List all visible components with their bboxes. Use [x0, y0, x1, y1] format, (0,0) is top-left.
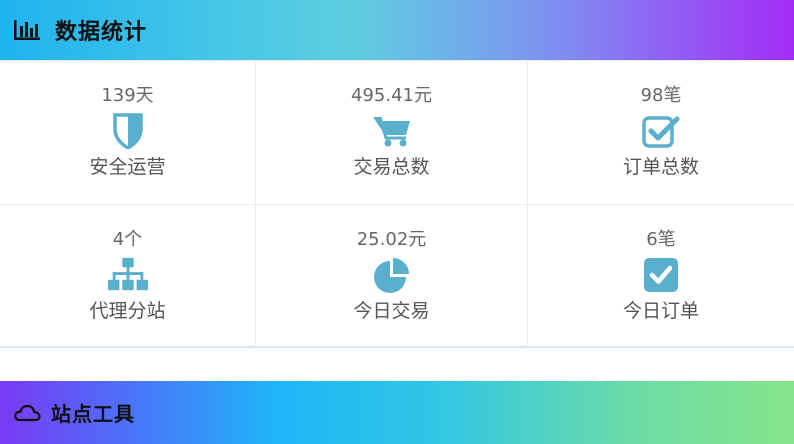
stats-panel-title: 数据统计 — [55, 20, 148, 45]
stat-label: 订单总数 — [622, 156, 699, 178]
stats-row: 139天 安全运营 495.41元 交易总数 98笔 订单总数 — [0, 61, 794, 204]
tools-panel-header[interactable]: 站点工具 — [0, 381, 794, 444]
cart-icon — [372, 111, 412, 151]
stat-value: 4个 — [112, 229, 143, 250]
tools-panel-title: 站点工具 — [51, 402, 135, 426]
stats-panel-header: 数据统计 — [0, 0, 794, 60]
pie-chart-icon — [372, 255, 412, 295]
stats-row: 4个 代理分站 25.02元 今日交易 6笔 今日订单 — [0, 204, 794, 348]
stat-value: 98笔 — [640, 85, 682, 106]
check-square-icon — [641, 255, 681, 295]
stat-value: 6笔 — [646, 229, 676, 250]
stat-label: 今日订单 — [622, 300, 699, 322]
shield-icon — [108, 111, 148, 151]
stat-cell-total-trade: 495.41元 交易总数 — [256, 61, 528, 204]
stat-value: 495.41元 — [351, 85, 432, 106]
checkbox-edit-icon — [641, 111, 681, 151]
stat-label: 安全运营 — [89, 156, 166, 178]
stat-cell-today-trade: 25.02元 今日交易 — [256, 205, 528, 348]
stats-grid: 139天 安全运营 495.41元 交易总数 98笔 订单总数 4个 代理分站 … — [0, 60, 794, 348]
stat-cell-total-orders: 98笔 订单总数 — [528, 61, 794, 204]
stat-label: 今日交易 — [353, 300, 430, 322]
bar-chart-icon — [13, 16, 41, 44]
sitemap-icon — [107, 255, 148, 295]
stat-label: 代理分站 — [89, 300, 166, 322]
cloud-icon — [13, 399, 41, 427]
stat-label: 交易总数 — [353, 156, 430, 178]
stat-cell-safe-operation: 139天 安全运营 — [0, 61, 256, 204]
stat-value: 25.02元 — [356, 229, 427, 250]
stat-value: 139天 — [101, 85, 154, 106]
stat-cell-agent-sites: 4个 代理分站 — [0, 205, 256, 348]
stat-cell-today-orders: 6笔 今日订单 — [528, 205, 794, 348]
